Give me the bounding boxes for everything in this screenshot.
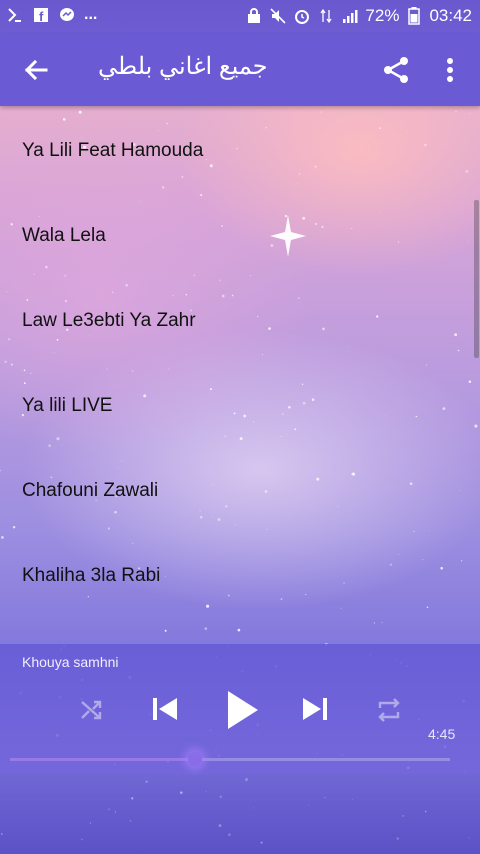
lock-icon <box>245 7 263 25</box>
share-button[interactable] <box>380 54 412 86</box>
signal-icon <box>341 7 359 25</box>
back-button[interactable] <box>20 54 52 86</box>
song-item[interactable]: Ya lili LIVE <box>0 363 480 448</box>
song-item[interactable]: Law Le3ebti Ya Zahr <box>0 278 480 363</box>
seek-handle[interactable] <box>187 752 202 766</box>
battery-icon <box>405 7 423 25</box>
song-item[interactable]: Ya Lili Feat Hamouda <box>0 108 480 193</box>
song-item[interactable]: Khaliha 3la Rabi <box>0 533 480 618</box>
skip-previous-icon <box>153 698 177 720</box>
repeat-icon <box>378 698 400 722</box>
download-icon <box>6 6 24 24</box>
skip-next-icon <box>303 698 327 720</box>
repeat-button[interactable] <box>374 696 404 724</box>
play-button[interactable] <box>222 688 262 732</box>
shuffle-icon <box>81 700 102 720</box>
messenger-icon <box>58 6 76 24</box>
share-icon <box>384 57 408 83</box>
scrollbar[interactable] <box>474 200 479 358</box>
previous-button[interactable] <box>150 694 180 724</box>
arrow-back-icon <box>24 59 48 81</box>
track-duration: 4:45 <box>428 726 456 742</box>
overflow-menu-button[interactable] <box>438 52 462 88</box>
page-title: جميع اغاني بلطي <box>98 53 268 80</box>
app-bar: جميع اغاني بلطي <box>0 34 480 106</box>
more-vert-icon <box>447 58 453 82</box>
player-panel: Khouya samhni 4:45 <box>0 644 480 774</box>
status-overflow: ... <box>84 6 98 23</box>
play-icon <box>228 691 258 729</box>
clock: 03:42 <box>429 6 472 25</box>
song-list: Ya Lili Feat Hamouda Wala Lela Law Le3eb… <box>0 108 480 618</box>
now-playing-title: Khouya samhni <box>22 654 119 670</box>
seek-progress <box>10 758 195 761</box>
status-bar: f ... 72% 03:42 <box>0 0 480 34</box>
data-arrows-icon <box>317 7 335 25</box>
seek-bar[interactable] <box>10 758 450 761</box>
facebook-icon: f <box>32 6 50 24</box>
mute-icon <box>269 7 287 25</box>
song-item[interactable]: Wala Lela <box>0 193 480 278</box>
bottom-background <box>0 774 480 854</box>
alarm-icon <box>293 7 311 25</box>
battery-percent: 72% <box>365 6 400 25</box>
song-item[interactable]: Chafouni Zawali <box>0 448 480 533</box>
shuffle-button[interactable] <box>78 696 106 724</box>
svg-text:f: f <box>39 9 44 23</box>
next-button[interactable] <box>300 694 330 724</box>
